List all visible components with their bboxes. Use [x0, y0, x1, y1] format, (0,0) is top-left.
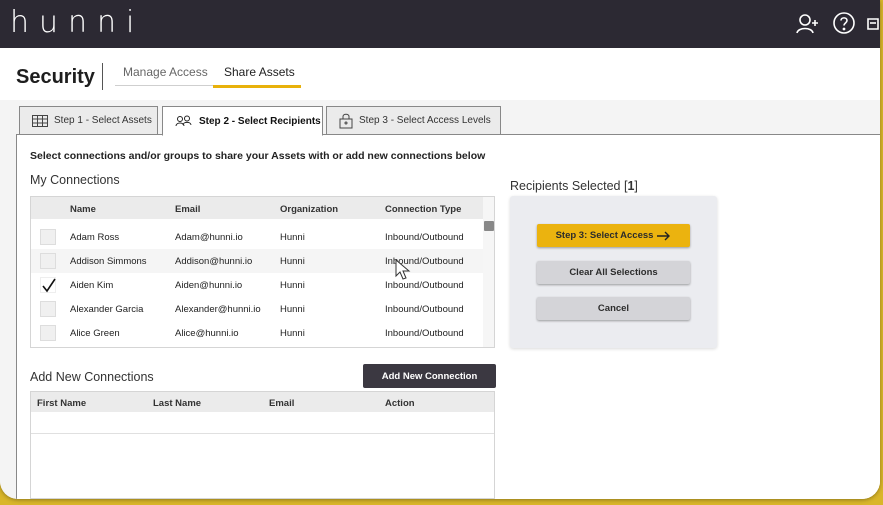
cancel-button[interactable]: Cancel — [537, 297, 690, 320]
title-divider — [102, 63, 103, 90]
help-icon[interactable] — [832, 11, 858, 37]
cell-name: Alexander Garcia — [70, 304, 144, 315]
col-action: Action — [385, 398, 415, 409]
step-1-tab[interactable]: Step 1 - Select Assets — [19, 106, 158, 135]
step-2-tab[interactable]: Step 2 - Select Recipients — [162, 106, 323, 136]
cell-name: Alice Green — [70, 328, 120, 339]
cell-email: Aiden@hunni.io — [175, 280, 243, 291]
scrollbar-thumb[interactable] — [484, 221, 494, 231]
grid-icon — [32, 114, 48, 127]
row-checkbox[interactable] — [40, 301, 56, 317]
recipients-selected-label: Recipients Selected [1] — [510, 179, 638, 193]
col-email: Email — [269, 398, 295, 409]
cell-email: Addison@hunni.io — [175, 256, 253, 267]
table-header: Name Email Organization Connection Type — [31, 197, 494, 219]
step-1-label: Step 1 - Select Assets — [54, 115, 152, 126]
my-connections-heading: My Connections — [30, 173, 120, 187]
cell-email: Adam@hunni.io — [175, 232, 243, 243]
tab-manage-access[interactable]: Manage Access — [123, 65, 208, 79]
col-email[interactable]: Email — [175, 204, 200, 215]
cell-org: Hunni — [280, 280, 305, 291]
step-2-label: Step 2 - Select Recipients — [199, 115, 321, 127]
cell-name: Aiden Kim — [70, 280, 114, 291]
add-new-connections-heading: Add New Connections — [30, 370, 154, 384]
recipients-panel: Step 3: Select Access Clear All Selectio… — [510, 196, 717, 348]
cell-org: Hunni — [280, 256, 305, 267]
col-name[interactable]: Name — [70, 204, 96, 215]
cell-type: Inbound/Outbound — [385, 304, 464, 315]
add-connections-table: First Name Last Name Email Action — [30, 391, 495, 499]
table-row[interactable]: Addison Simmons Addison@hunni.io Hunni I… — [31, 249, 483, 273]
table-row[interactable]: Alice Green Alice@hunni.io Hunni Inbound… — [31, 321, 483, 345]
col-connection-type[interactable]: Connection Type — [385, 204, 461, 215]
table-row[interactable]: Adam Ross Adam@hunni.io Hunni Inbound/Ou… — [31, 225, 483, 249]
connections-table: Name Email Organization Connection Type … — [30, 196, 495, 348]
cell-type: Inbound/Outbound — [385, 328, 464, 339]
users-icon — [175, 115, 193, 127]
cell-org: Hunni — [280, 232, 305, 243]
col-last-name: Last Name — [153, 398, 202, 409]
step-3-tab[interactable]: Step 3 - Select Access Levels — [326, 106, 501, 135]
tab-share-assets[interactable]: Share Assets — [224, 65, 295, 79]
instructions-text: Select connections and/or groups to shar… — [30, 150, 486, 162]
row-checkbox[interactable] — [40, 325, 56, 341]
col-first-name: First Name — [37, 398, 87, 409]
table-row[interactable]: Aiden Kim Aiden@hunni.io Hunni Inbound/O… — [31, 273, 483, 297]
arrow-right-icon — [657, 231, 671, 241]
page-title: Security — [16, 66, 95, 88]
add-new-connection-button[interactable]: Add New Connection — [363, 364, 496, 388]
checkmark-icon — [42, 278, 56, 293]
table-scrollbar[interactable] — [483, 197, 494, 347]
cell-email: Alice@hunni.io — [175, 328, 239, 339]
cell-email: Alexander@hunni.io — [175, 304, 261, 315]
add-table-header: First Name Last Name Email Action — [31, 392, 494, 412]
select-access-button[interactable]: Step 3: Select Access — [537, 224, 690, 247]
mouse-cursor-icon — [395, 258, 411, 286]
add-user-icon[interactable] — [795, 11, 821, 37]
cell-type: Inbound/Outbound — [385, 232, 464, 243]
table-row[interactable]: Alexander Garcia Alexander@hunni.io Hunn… — [31, 297, 483, 321]
row-divider — [31, 433, 494, 434]
app-window: hunni Security Manage Access Share Asset… — [0, 0, 880, 499]
col-organization[interactable]: Organization — [280, 204, 338, 215]
hunni-logo[interactable]: hunni — [10, 5, 144, 40]
top-bar: hunni — [0, 0, 880, 48]
cell-name: Addison Simmons — [70, 256, 147, 267]
notifications-icon[interactable] — [866, 11, 880, 37]
step-3-label: Step 3 - Select Access Levels — [359, 115, 491, 126]
cell-org: Hunni — [280, 304, 305, 315]
row-checkbox-checked[interactable] — [40, 277, 56, 293]
clear-all-selections-button[interactable]: Clear All Selections — [537, 261, 690, 284]
cell-name: Adam Ross — [70, 232, 120, 243]
lock-icon — [339, 113, 353, 129]
active-tab-indicator — [213, 85, 301, 88]
cell-org: Hunni — [280, 328, 305, 339]
row-checkbox[interactable] — [40, 229, 56, 245]
row-checkbox[interactable] — [40, 253, 56, 269]
